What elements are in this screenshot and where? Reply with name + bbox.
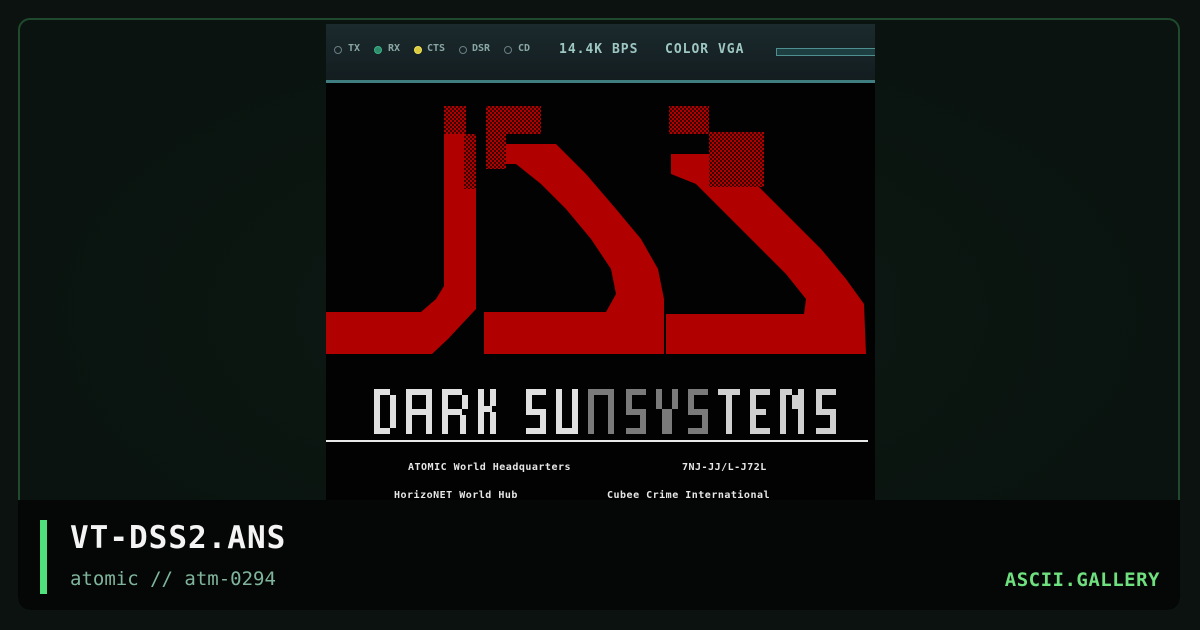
site-brand: ASCII.GALLERY — [1004, 569, 1160, 591]
art-credit-line2-left: HorizoNET World Hub — [394, 490, 518, 500]
accent-bar — [40, 520, 47, 594]
dss-logo-graphic — [326, 106, 868, 442]
ansi-artwork: TX RX CTS DSR CD 14.4K BPS COLOR VGA ATO… — [326, 24, 875, 500]
art-credit-line2-right: Cubee Crime International — [607, 490, 771, 500]
art-credit-line1-left: ATOMIC World Headquarters — [408, 462, 572, 473]
caption-footer: VT-DSS2.ANS atomic // atm-0294 ASCII.GAL… — [18, 500, 1180, 610]
artwork-subtitle: atomic // atm-0294 — [70, 568, 276, 590]
artwork-title: VT-DSS2.ANS — [70, 520, 287, 556]
art-credit-line1-right: 7NJ-JJ/L-J72L — [682, 462, 767, 473]
